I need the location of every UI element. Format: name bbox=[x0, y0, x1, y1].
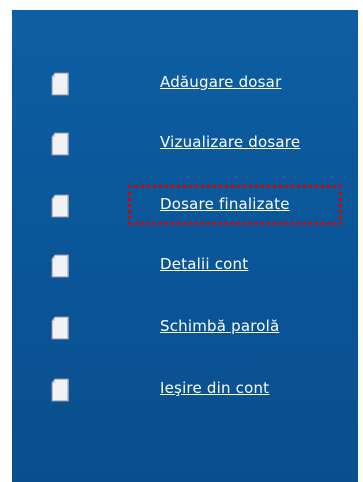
page: Adăugare dosar Vizualizare dosare Dosare… bbox=[0, 0, 363, 482]
menu-link-iesire-din-cont[interactable]: Ieşire din cont bbox=[160, 378, 269, 398]
document-icon bbox=[51, 254, 69, 278]
menu-link-adaugare-dosar[interactable]: Adăugare dosar bbox=[160, 72, 281, 92]
menu-item-detalii-cont[interactable]: Detalii cont bbox=[12, 250, 358, 286]
document-icon bbox=[51, 316, 69, 340]
menu-link-detalii-cont[interactable]: Detalii cont bbox=[160, 254, 248, 274]
menu-link-schimba-parola[interactable]: Schimbă parolă bbox=[160, 316, 279, 336]
menu-link-vizualizare-dosare[interactable]: Vizualizare dosare bbox=[160, 132, 300, 152]
menu-item-schimba-parola[interactable]: Schimbă parolă bbox=[12, 312, 358, 348]
menu-item-dosare-finalizate[interactable]: Dosare finalizate bbox=[12, 185, 358, 226]
menu-link-dosare-finalizate[interactable]: Dosare finalizate bbox=[160, 194, 290, 214]
document-icon bbox=[51, 132, 69, 156]
document-icon bbox=[51, 194, 69, 218]
menu-item-adaugare-dosar[interactable]: Adăugare dosar bbox=[12, 68, 358, 104]
document-icon bbox=[51, 72, 69, 96]
navigation-panel: Adăugare dosar Vizualizare dosare Dosare… bbox=[12, 10, 358, 482]
menu-item-vizualizare-dosare[interactable]: Vizualizare dosare bbox=[12, 128, 358, 164]
menu-item-iesire-din-cont[interactable]: Ieşire din cont bbox=[12, 374, 358, 410]
document-icon bbox=[51, 378, 69, 402]
